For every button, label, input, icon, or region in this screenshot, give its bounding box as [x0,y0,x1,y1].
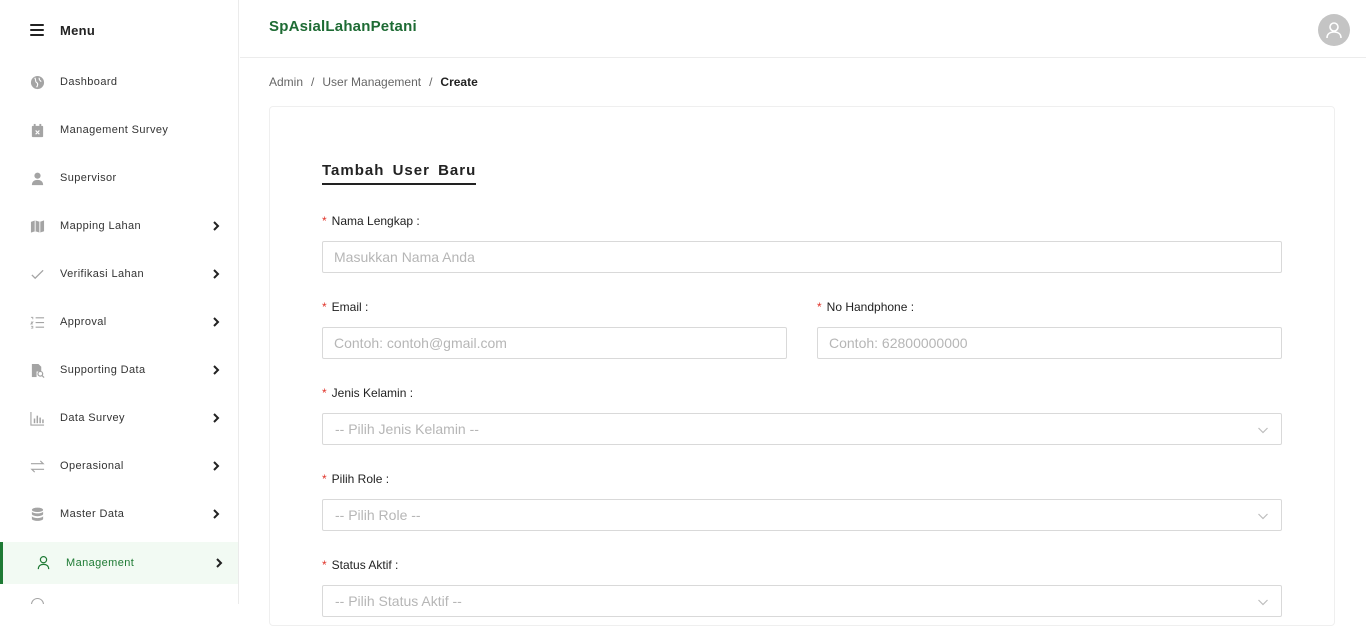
breadcrumb-separator: / [429,75,433,89]
globe-icon [30,75,45,90]
sidebar-item-supervisor[interactable]: Supervisor [0,160,238,196]
sidebar-item-label: Master Data [60,508,125,520]
phone-input[interactable] [818,328,1281,358]
nama-label-text: Nama Lengkap : [331,214,420,228]
calendar-icon [31,123,44,138]
required-mark: * [322,558,327,572]
map-icon [30,220,45,233]
sidebar-item-label: Approval [60,316,107,328]
sidebar-item-mapping-lahan[interactable]: Mapping Lahan [0,208,238,244]
nama-label: * Nama Lengkap : [322,214,420,228]
sidebar-item-supporting-data[interactable]: Supporting Data [0,352,238,388]
database-icon [31,507,44,521]
sidebar-item-management[interactable]: Management [0,542,238,584]
chevron-right-icon[interactable] [212,413,220,423]
file-search-icon [31,363,45,378]
partial-menu-icon [31,598,44,604]
breadcrumb-user-management[interactable]: User Management [322,75,421,89]
sidebar-item-label: Supervisor [60,172,117,184]
hamburger-icon[interactable] [30,24,44,36]
chevron-right-icon[interactable] [212,317,220,327]
chevron-right-icon[interactable] [212,365,220,375]
email-field[interactable] [322,327,787,359]
sidebar-item-label: Mapping Lahan [60,220,142,232]
ordered-list-icon [30,316,45,329]
user-avatar-icon[interactable] [1318,14,1350,46]
email-label-text: Email : [331,300,369,314]
chevron-right-icon[interactable] [215,558,223,568]
form-title: Tambah User Baru [322,162,477,185]
breadcrumb-create: Create [440,75,478,89]
phone-field[interactable] [817,327,1282,359]
breadcrumb-admin[interactable]: Admin [269,75,303,89]
bar-chart-icon [30,411,45,426]
phone-label: * No Handphone : [817,300,914,314]
chevron-right-icon[interactable] [212,221,220,231]
chevron-right-icon[interactable] [212,461,220,471]
menu-header[interactable]: Menu [0,0,238,60]
required-mark: * [322,472,327,486]
menu-label: Menu [60,22,96,38]
sidebar-item-label: Dashboard [60,76,118,88]
person-icon [31,172,44,186]
status-label: * Status Aktif : [322,558,398,572]
status-label-text: Status Aktif : [331,558,399,572]
required-mark: * [322,214,327,228]
sidebar-item-label: Operasional [60,460,124,472]
status-select[interactable]: -- Pilih Status Aktif -- [322,585,1282,617]
sidebar-item-data-survey[interactable]: Data Survey [0,400,238,436]
sidebar-item-dashboard[interactable]: Dashboard [0,64,238,100]
top-header: SpAsialLahanPetani [240,0,1366,58]
phone-label-text: No Handphone : [826,300,915,314]
breadcrumb-separator: / [311,75,315,89]
sidebar-item-management-survey[interactable]: Management Survey [0,112,238,148]
required-mark: * [322,386,327,400]
email-input[interactable] [323,328,786,358]
brand-logo[interactable]: SpAsialLahanPetani [269,18,417,35]
gender-select[interactable]: -- Pilih Jenis Kelamin -- [322,413,1282,445]
role-label-text: Pilih Role : [331,472,390,486]
sidebar-item-label: Data Survey [60,412,125,424]
check-icon [31,269,44,280]
chevron-right-icon[interactable] [212,509,220,519]
chevron-right-icon[interactable] [212,269,220,279]
status-select-value: -- Pilih Status Aktif -- [335,593,462,609]
sidebar-item-operasional[interactable]: Operasional [0,448,238,484]
role-select[interactable]: -- Pilih Role -- [322,499,1282,531]
chevron-down-icon[interactable] [1257,424,1269,436]
role-select-value: -- Pilih Role -- [335,507,421,523]
gender-select-value: -- Pilih Jenis Kelamin -- [335,421,479,437]
swap-icon [30,460,45,473]
chevron-down-icon[interactable] [1257,596,1269,608]
required-mark: * [817,300,822,314]
required-mark: * [322,300,327,314]
sidebar-item-label: Management Survey [60,124,169,136]
nama-input[interactable] [323,242,1281,272]
sidebar: Menu Dashboard Management Survey Supervi… [0,0,239,604]
sidebar-item-master-data[interactable]: Master Data [0,496,238,532]
role-label: * Pilih Role : [322,472,389,486]
sidebar-item-label: Supporting Data [60,364,146,376]
nama-field[interactable] [322,241,1282,273]
user-icon [37,555,50,570]
breadcrumb: Admin / User Management / Create [269,75,478,89]
chevron-down-icon[interactable] [1257,510,1269,522]
sidebar-item-verifikasi-lahan[interactable]: Verifikasi Lahan [0,256,238,292]
gender-label: * Jenis Kelamin : [322,386,413,400]
email-label: * Email : [322,300,368,314]
sidebar-item-label: Verifikasi Lahan [60,268,145,280]
sidebar-item-label: Management [66,557,135,569]
gender-label-text: Jenis Kelamin : [331,386,414,400]
sidebar-item-approval[interactable]: Approval [0,304,238,340]
